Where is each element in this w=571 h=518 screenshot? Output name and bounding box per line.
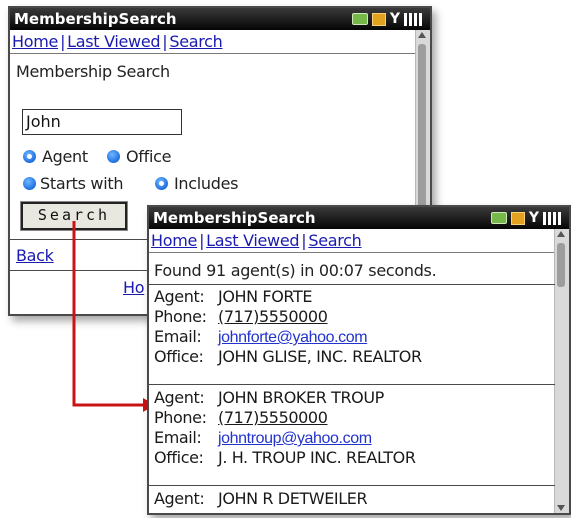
sim-icon — [490, 212, 507, 224]
divider — [149, 284, 555, 285]
radio-includes[interactable] — [155, 177, 168, 190]
list-item[interactable]: Agent: JOHN FORTE Phone: (717)5550000 Emai… — [149, 287, 555, 367]
card-icon — [510, 211, 525, 225]
divider — [149, 485, 555, 486]
radio-starts-with[interactable] — [23, 177, 36, 190]
phone-link[interactable]: (717)5550000 — [218, 307, 328, 326]
email-link[interactable]: johntroup@yahoo.com — [218, 430, 372, 447]
scroll-down-arrow-icon[interactable] — [557, 505, 565, 511]
back-link[interactable]: Back — [16, 246, 54, 265]
front-title-bar: MembershipSearch Y — [149, 207, 569, 229]
scroll-up-arrow-icon[interactable] — [418, 32, 426, 38]
email-link[interactable]: johnforte@yahoo.com — [218, 329, 368, 346]
scroll-up-arrow-icon[interactable] — [557, 231, 565, 237]
phone-link[interactable]: (717)5550000 — [218, 408, 328, 427]
back-title: MembershipSearch — [14, 10, 177, 28]
front-nav-bar: Home | Last Viewed | Search — [149, 229, 555, 253]
search-input[interactable]: John — [22, 109, 182, 135]
status-icons: Y — [351, 8, 422, 30]
page-heading: Membership Search — [16, 62, 170, 81]
front-window: MembershipSearch Y Home | Last Viewed | Sear… — [147, 205, 571, 515]
results-summary: Found 91 agent(s) in 00:07 seconds. — [154, 261, 437, 280]
back-nav-bar: Home | Last Viewed | Search — [10, 30, 416, 54]
search-button[interactable]: Search — [20, 201, 128, 231]
nav-home-link[interactable]: Home — [12, 32, 58, 51]
radio-starts-with-label: Starts with — [40, 174, 124, 193]
nav-search-link[interactable]: Search — [169, 32, 222, 51]
radio-office[interactable] — [107, 150, 120, 163]
signal-bars-icon — [543, 211, 561, 225]
office-name: J. H. TROUP INC. REALTOR — [218, 448, 416, 467]
list-item[interactable]: Agent: JOHN R DETWEILER — [149, 489, 555, 509]
nav-search-link[interactable]: Search — [308, 231, 361, 250]
back-title-bar: MembershipSearch Y — [10, 8, 430, 30]
radio-agent[interactable] — [23, 150, 36, 163]
radio-includes-label: Includes — [174, 174, 239, 193]
antenna-icon: Y — [528, 210, 539, 226]
front-title: MembershipSearch — [153, 209, 316, 227]
agent-name: JOHN R DETWEILER — [218, 489, 368, 508]
card-icon — [371, 12, 386, 26]
scroll-thumb[interactable] — [557, 243, 565, 287]
agent-name: JOHN FORTE — [218, 287, 313, 306]
nav-last-viewed-link[interactable]: Last Viewed — [206, 231, 299, 250]
list-item[interactable]: Agent: JOHN BROKER TROUP Phone: (717)55500… — [149, 388, 555, 468]
sim-icon — [351, 13, 368, 25]
nav-home-link[interactable]: Home — [151, 231, 197, 250]
home-link-partial[interactable]: Ho — [123, 278, 145, 297]
antenna-icon: Y — [389, 11, 400, 27]
agent-name: JOHN BROKER TROUP — [218, 388, 384, 407]
office-name: JOHN GLISE, INC. REALTOR — [218, 347, 422, 366]
divider — [149, 384, 555, 385]
status-icons: Y — [490, 207, 561, 229]
radio-office-label: Office — [126, 147, 172, 166]
signal-bars-icon — [404, 12, 422, 26]
radio-agent-label: Agent — [42, 147, 88, 166]
nav-last-viewed-link[interactable]: Last Viewed — [67, 32, 160, 51]
front-scrollbar[interactable] — [554, 229, 569, 513]
